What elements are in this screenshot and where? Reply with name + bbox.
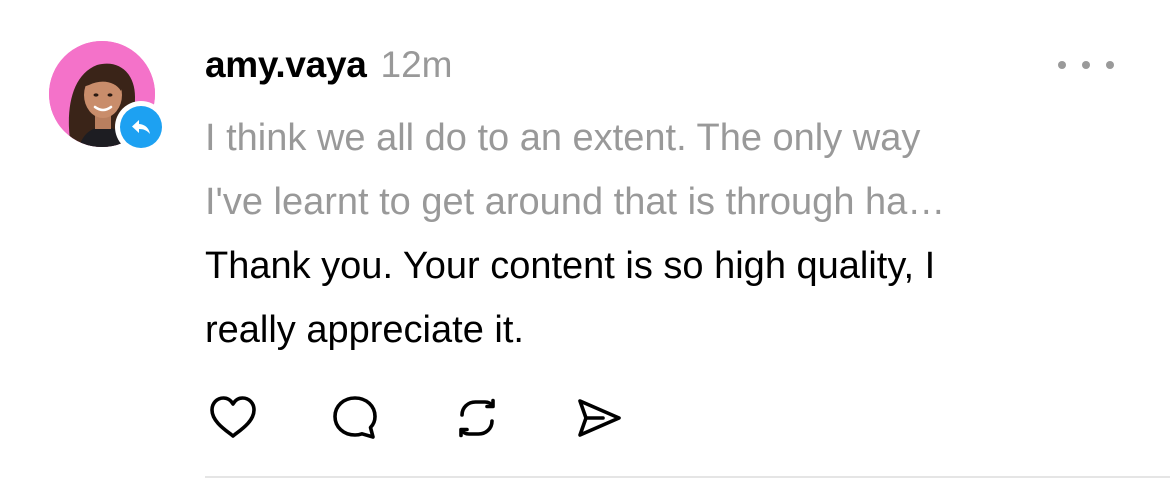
quoted-reply-preview[interactable]: I think we all do to an extent. The only… — [205, 106, 1125, 234]
heart-icon — [210, 396, 256, 438]
post-body-line: Thank you. Your content is so high quali… — [205, 245, 936, 287]
post-body-line: really appreciate it. — [205, 309, 524, 351]
divider — [205, 476, 1170, 478]
more-horizontal-icon — [1058, 61, 1066, 69]
avatar-container[interactable] — [49, 41, 167, 153]
username[interactable]: amy.vaya — [205, 44, 367, 86]
reply-arrow-icon — [120, 106, 162, 148]
like-button[interactable] — [205, 390, 261, 446]
repost-button[interactable] — [449, 390, 505, 446]
quoted-line: I've learnt to get around that is throug… — [205, 181, 946, 223]
post-header: amy.vaya 12m — [205, 44, 452, 90]
more-horizontal-icon-dot — [1082, 61, 1090, 69]
more-options-button[interactable] — [1058, 50, 1114, 80]
comment-bubble-icon — [333, 396, 377, 439]
comment-button[interactable] — [327, 390, 383, 446]
reply-badge — [115, 101, 167, 153]
more-horizontal-icon-dot — [1106, 61, 1114, 69]
timestamp: 12m — [380, 44, 453, 85]
quoted-line: I think we all do to an extent. The only… — [205, 117, 921, 159]
repost-icon — [459, 398, 495, 438]
post-card: amy.vaya 12m I think we all do to an ext… — [0, 0, 1170, 483]
send-icon — [578, 399, 621, 437]
post-body: Thank you. Your content is so high quali… — [205, 234, 1125, 362]
action-bar — [205, 390, 693, 446]
share-button[interactable] — [571, 390, 627, 446]
